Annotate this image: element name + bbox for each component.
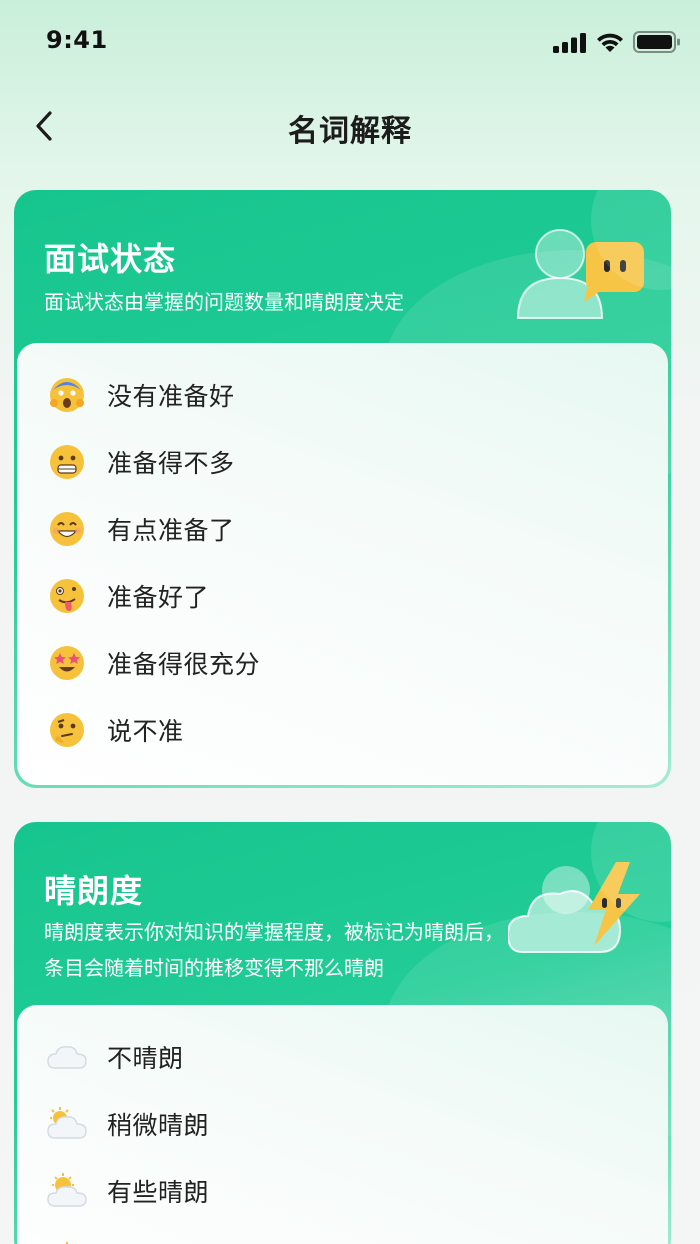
sun-behind-cloud-icon xyxy=(47,1104,87,1144)
list-item-label: 不晴朗 xyxy=(107,1044,184,1073)
list-item: 准备好了 xyxy=(47,574,209,618)
list-item: 没有准备好 xyxy=(47,373,235,417)
wifi-icon xyxy=(597,33,623,52)
list-item-label: 稍微晴朗 xyxy=(107,1111,210,1140)
cloud-lightning-icon xyxy=(508,862,640,953)
list-item-label: 有些晴朗 xyxy=(107,1178,210,1207)
thinking-face-icon xyxy=(47,710,87,750)
list-item: 说不准 xyxy=(47,708,184,752)
list-item: 有些晴朗 xyxy=(47,1169,209,1213)
status-time: 9:41 xyxy=(46,26,108,54)
smiling-face-icon xyxy=(47,509,87,549)
screaming-face-icon xyxy=(47,375,87,415)
page-title: 名词解释 xyxy=(288,114,412,149)
cloud-icon xyxy=(47,1037,87,1077)
list-item: 准备得不多 xyxy=(47,440,235,484)
status-bar: 9:41 xyxy=(0,0,700,84)
interview-status-list: 没有准备好 准备得不多 有点准备了 准备好了 准备得很充分 说不准 xyxy=(17,343,668,785)
clarity-title: 晴朗度 xyxy=(44,872,144,910)
list-item: 准备得很充分 xyxy=(47,641,260,685)
list-item: 稍微晴朗 xyxy=(47,1102,209,1146)
zany-face-icon xyxy=(47,576,87,616)
interview-status-title: 面试状态 xyxy=(44,240,177,278)
clarity-description: 晴朗度表示你对知识的掌握程度，被标记为晴朗后，条目会随着时间的推移变得不那么晴朗 xyxy=(44,920,504,980)
list-item-label: 准备好了 xyxy=(107,583,210,612)
list-item-label: 准备得不多 xyxy=(107,449,235,478)
list-item-label: 有点准备了 xyxy=(107,516,235,545)
clarity-card: 晴朗度 晴朗度表示你对知识的掌握程度，被标记为晴朗后，条目会随着时间的推移变得不… xyxy=(14,822,671,1244)
person-chat-icon xyxy=(516,229,644,319)
interview-status-description: 面试状态由掌握的问题数量和晴朗度决定 xyxy=(44,290,404,314)
grimacing-face-icon xyxy=(47,442,87,482)
star-struck-face-icon xyxy=(47,643,87,683)
list-item xyxy=(47,1236,87,1244)
interview-status-card: 面试状态 面试状态由掌握的问题数量和晴朗度决定 没有准备好 准备得不多 有点准备… xyxy=(14,190,671,788)
signal-icon xyxy=(553,33,586,53)
list-item: 有点准备了 xyxy=(47,507,235,551)
list-item-label: 没有准备好 xyxy=(107,382,235,411)
list-item-label: 说不准 xyxy=(107,717,184,746)
sun-behind-cloud-icon xyxy=(47,1171,87,1211)
battery-icon xyxy=(633,31,680,53)
list-item: 不晴朗 xyxy=(47,1035,184,1079)
list-item-label: 准备得很充分 xyxy=(107,650,261,679)
clarity-list: 不晴朗 稍微晴朗 有些晴朗 xyxy=(17,1005,668,1244)
sun-icon xyxy=(47,1238,87,1244)
